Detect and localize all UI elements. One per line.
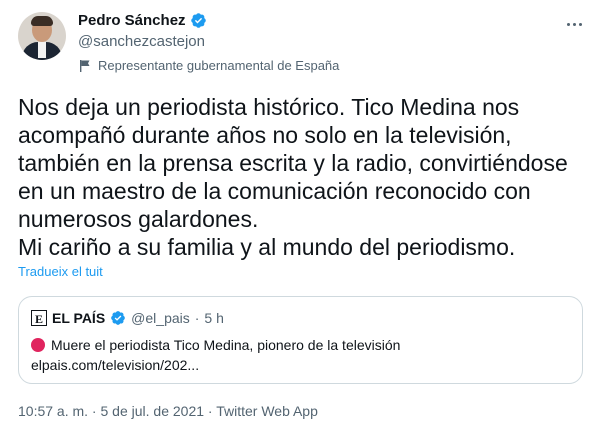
quoted-author-handle: @el_pais bbox=[131, 310, 190, 326]
quoted-time: 5 h bbox=[204, 310, 224, 326]
government-label-text: Representante gubernamental de España bbox=[98, 58, 340, 73]
red-circle-icon bbox=[31, 338, 45, 352]
quoted-headline-row: Muere el periodista Tico Medina, pionero… bbox=[31, 337, 400, 353]
tweet-meta[interactable]: 10:57 a. m. · 5 de jul. de 2021 · Twitte… bbox=[18, 403, 318, 419]
quoted-author-name: EL PAÍS bbox=[52, 310, 106, 326]
verified-icon bbox=[111, 311, 126, 325]
elpais-logo-icon: E bbox=[31, 310, 47, 326]
quoted-headline: Muere el periodista Tico Medina, pionero… bbox=[51, 337, 401, 353]
more-icon[interactable] bbox=[562, 12, 586, 36]
quoted-link[interactable]: elpais.com/television/202... bbox=[31, 357, 199, 373]
government-label: Representante gubernamental de España bbox=[78, 58, 339, 73]
author-handle[interactable]: @sanchezcastejon bbox=[78, 33, 205, 50]
author-row: Pedro Sánchez bbox=[78, 12, 207, 29]
tweet-text: Nos deja un periodista histórico. Tico M… bbox=[18, 94, 568, 260]
tweet: Pedro Sánchez @sanchezcastejon Represent… bbox=[0, 0, 599, 433]
verified-icon bbox=[190, 13, 206, 28]
quoted-tweet[interactable]: E EL PAÍS @el_pais · 5 h Muere el period… bbox=[18, 296, 583, 384]
translate-link[interactable]: Tradueix el tuit bbox=[18, 264, 103, 279]
quoted-separator: · bbox=[194, 310, 200, 326]
avatar[interactable] bbox=[18, 12, 66, 60]
quoted-header: E EL PAÍS @el_pais · 5 h bbox=[31, 310, 224, 326]
flag-icon bbox=[80, 59, 90, 72]
author-name[interactable]: Pedro Sánchez bbox=[78, 12, 186, 29]
